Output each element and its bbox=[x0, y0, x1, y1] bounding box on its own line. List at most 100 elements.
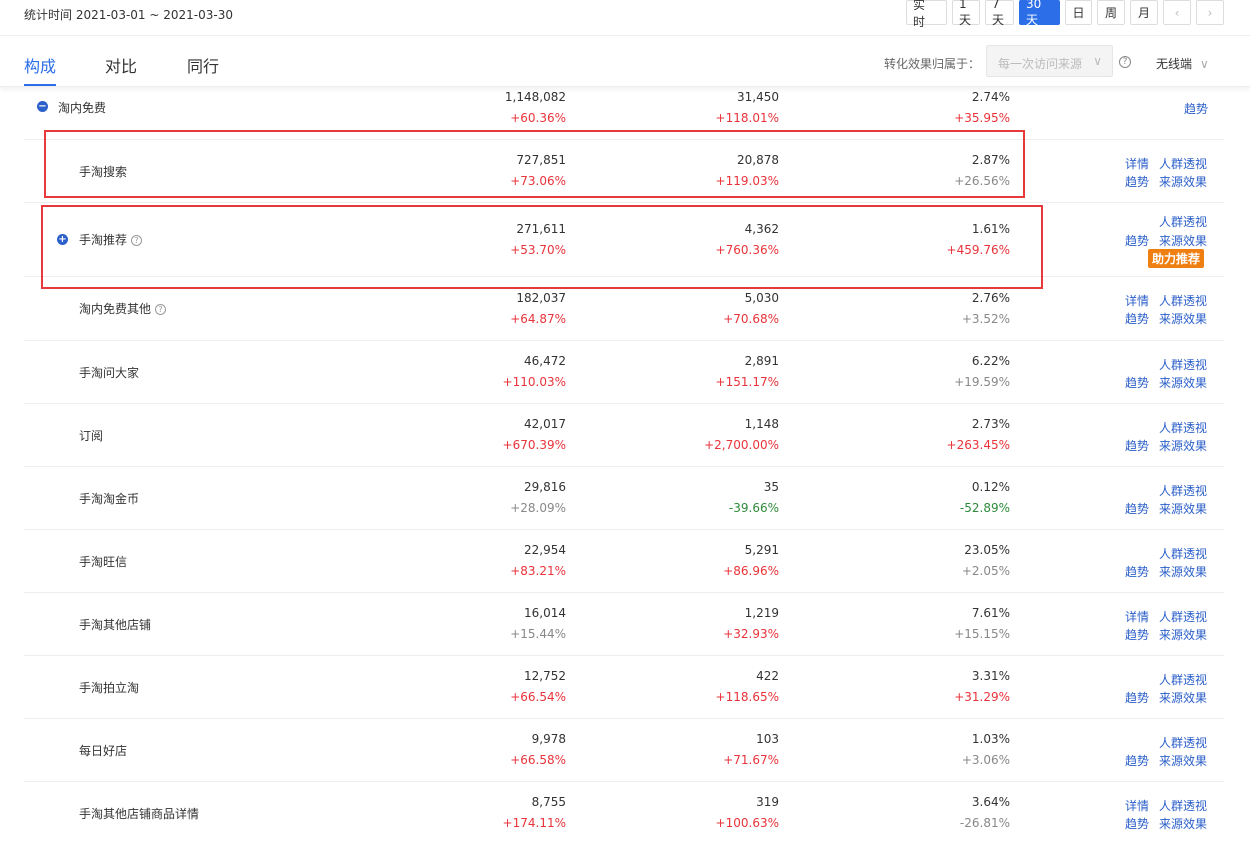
source-effect-link[interactable]: 来源效果 bbox=[1159, 310, 1207, 327]
collapse-icon[interactable]: − bbox=[37, 101, 48, 112]
source-effect-link[interactable]: 来源效果 bbox=[1159, 689, 1207, 706]
source-effect-link[interactable]: 来源效果 bbox=[1159, 232, 1207, 249]
source-effect-link[interactable]: 来源效果 bbox=[1159, 626, 1207, 643]
visitors-change: +83.21% bbox=[510, 564, 566, 578]
buyers-value: 35 bbox=[763, 480, 779, 494]
trend-link[interactable]: 趋势 bbox=[1125, 500, 1149, 517]
source-name: 订阅 bbox=[79, 429, 104, 443]
visitors-change: +64.87% bbox=[510, 312, 566, 326]
date-toolbar: 统计时间 2021-03-01 ~ 2021-03-30 实 时 1天 7天 3… bbox=[0, 0, 1250, 36]
conversion-change: +35.95% bbox=[954, 111, 1010, 125]
buyers-change: +70.68% bbox=[723, 312, 779, 326]
conversion-value: 1.03% bbox=[971, 732, 1010, 746]
help-icon[interactable]: ? bbox=[1119, 56, 1131, 68]
crowd-link[interactable]: 人群透视 bbox=[1159, 155, 1207, 172]
trend-link[interactable]: 趋势 bbox=[1125, 815, 1149, 832]
30day-button[interactable]: 30天 bbox=[1019, 0, 1060, 27]
conversion-change: -26.81% bbox=[959, 816, 1010, 830]
trend-link[interactable]: 趋势 bbox=[1125, 563, 1149, 580]
realtime-button[interactable]: 实 时 bbox=[906, 0, 947, 29]
source-effect-link[interactable]: 来源效果 bbox=[1159, 563, 1207, 580]
table-row: 手淘问大家 46,472 +110.03% 2,891 +151.17% 6.2… bbox=[24, 341, 1224, 404]
1day-button[interactable]: 1天 bbox=[952, 0, 980, 27]
attribution-select[interactable]: 每一次访问来源 ∨ bbox=[986, 45, 1113, 77]
crowd-link[interactable]: 人群透视 bbox=[1159, 797, 1207, 814]
source-name: 每日好店 bbox=[79, 744, 128, 758]
source-effect-link[interactable]: 来源效果 bbox=[1159, 437, 1207, 454]
conversion-value: 7.61% bbox=[971, 606, 1010, 620]
help-icon[interactable]: ? bbox=[155, 304, 167, 315]
trend-link[interactable]: 趋势 bbox=[1125, 310, 1149, 327]
buyers-change: +86.96% bbox=[723, 564, 779, 578]
source-effect-link[interactable]: 来源效果 bbox=[1159, 374, 1207, 391]
tab-composition[interactable]: 构成 bbox=[24, 53, 56, 77]
conversion-change: +2.05% bbox=[961, 564, 1010, 578]
table-row: 手淘淘金币 29,816 +28.09% 35 -39.66% 0.12% -5… bbox=[24, 467, 1224, 530]
conversion-value: 23.05% bbox=[964, 543, 1010, 557]
crowd-link[interactable]: 人群透视 bbox=[1159, 608, 1207, 625]
source-effect-link[interactable]: 来源效果 bbox=[1159, 500, 1207, 517]
detail-link[interactable]: 详情 bbox=[1125, 155, 1149, 172]
buyers-value: 319 bbox=[756, 795, 779, 809]
visitors-value: 1,148,082 bbox=[504, 90, 566, 104]
detail-link[interactable]: 详情 bbox=[1125, 797, 1149, 814]
table-row: 手淘其他店铺商品详情 8,755 +174.11% 319 +100.63% 3… bbox=[24, 782, 1224, 840]
source-effect-link[interactable]: 来源效果 bbox=[1159, 815, 1207, 832]
crowd-link[interactable]: 人群透视 bbox=[1159, 213, 1207, 230]
trend-link[interactable]: 趋势 bbox=[1125, 374, 1149, 391]
crowd-link[interactable]: 人群透视 bbox=[1159, 734, 1207, 751]
crowd-link[interactable]: 人群透视 bbox=[1159, 671, 1207, 688]
visitors-value: 29,816 bbox=[524, 480, 566, 494]
buyers-change: +32.93% bbox=[723, 627, 779, 641]
buyers-change: +118.65% bbox=[715, 690, 779, 704]
day-button[interactable]: 日 bbox=[1065, 0, 1092, 25]
prev-period-button[interactable]: ‹ bbox=[1163, 0, 1191, 25]
boost-recommend-badge[interactable]: 助力推荐 bbox=[1148, 249, 1205, 268]
trend-link[interactable]: 趋势 bbox=[1125, 689, 1149, 706]
buyers-value: 31,450 bbox=[737, 90, 779, 104]
device-select[interactable]: 无线端 ∨ bbox=[1156, 55, 1209, 72]
week-button[interactable]: 周 bbox=[1097, 0, 1125, 25]
conversion-value: 2.73% bbox=[971, 417, 1010, 431]
trend-link[interactable]: 趋势 bbox=[1125, 232, 1149, 249]
source-effect-link[interactable]: 来源效果 bbox=[1159, 173, 1207, 190]
visitors-value: 16,014 bbox=[524, 606, 566, 620]
buyers-change: -39.66% bbox=[728, 501, 779, 515]
tab-compare[interactable]: 对比 bbox=[105, 53, 137, 77]
chevron-right-icon: › bbox=[1207, 5, 1213, 20]
source-name: 手淘问大家 bbox=[79, 366, 140, 380]
trend-link[interactable]: 趋势 bbox=[1125, 752, 1149, 769]
trend-link[interactable]: 趋势 bbox=[1184, 100, 1208, 117]
buyers-change: +118.01% bbox=[715, 111, 779, 125]
crowd-link[interactable]: 人群透视 bbox=[1159, 545, 1207, 562]
trend-link[interactable]: 趋势 bbox=[1125, 626, 1149, 643]
next-period-button[interactable]: › bbox=[1196, 0, 1224, 25]
visitors-value: 42,017 bbox=[524, 417, 566, 431]
crowd-link[interactable]: 人群透视 bbox=[1159, 419, 1207, 436]
tabs-row: 构成 对比 同行 转化效果归属于： 每一次访问来源 ∨ ? 无线端 ∨ bbox=[0, 37, 1250, 87]
detail-link[interactable]: 详情 bbox=[1125, 608, 1149, 625]
trend-link[interactable]: 趋势 bbox=[1125, 173, 1149, 190]
visitors-change: +15.44% bbox=[510, 627, 566, 641]
visitors-value: 22,954 bbox=[524, 543, 566, 557]
visitors-change: +28.09% bbox=[510, 501, 566, 515]
buyers-value: 5,291 bbox=[744, 543, 779, 557]
trend-link[interactable]: 趋势 bbox=[1125, 437, 1149, 454]
visitors-change: +670.39% bbox=[502, 438, 566, 452]
buyers-value: 1,219 bbox=[744, 606, 779, 620]
conversion-change: +3.06% bbox=[961, 753, 1010, 767]
source-effect-link[interactable]: 来源效果 bbox=[1159, 752, 1207, 769]
tab-peers[interactable]: 同行 bbox=[187, 53, 219, 77]
conversion-change: +31.29% bbox=[954, 690, 1010, 704]
buyers-value: 1,148 bbox=[744, 417, 779, 431]
table-row: 每日好店 9,978 +66.58% 103 +71.67% 1.03% +3.… bbox=[24, 719, 1224, 782]
visitors-value: 46,472 bbox=[524, 354, 566, 368]
crowd-link[interactable]: 人群透视 bbox=[1159, 356, 1207, 373]
detail-link[interactable]: 详情 bbox=[1125, 292, 1149, 309]
7day-button[interactable]: 7天 bbox=[985, 0, 1014, 27]
visitors-value: 8,755 bbox=[531, 795, 566, 809]
conversion-change: +15.15% bbox=[954, 627, 1010, 641]
crowd-link[interactable]: 人群透视 bbox=[1159, 292, 1207, 309]
month-button[interactable]: 月 bbox=[1130, 0, 1158, 25]
crowd-link[interactable]: 人群透视 bbox=[1159, 482, 1207, 499]
